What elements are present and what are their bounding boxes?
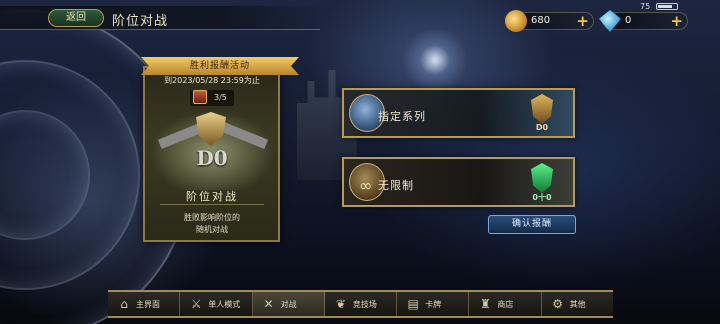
- add-gold-button[interactable]: +: [576, 12, 589, 30]
- nav-item-home[interactable]: ⌂ 主界面: [108, 292, 181, 316]
- option-unlimited[interactable]: ∞ 无限制 0十0: [342, 157, 575, 207]
- add-gem-button[interactable]: +: [670, 12, 683, 30]
- gem-counter: 0 +: [599, 10, 688, 32]
- option-label: 无限制: [378, 179, 414, 192]
- nav-label: 对战: [280, 300, 297, 309]
- description-line-2: 随机对战: [196, 225, 228, 234]
- sky-sparkle: [395, 30, 475, 90]
- nav-item-shop[interactable]: ♜ 商店: [469, 292, 542, 316]
- nav-item-arena[interactable]: ❦ 竞技场: [325, 292, 398, 316]
- nav-label: 竞技场: [352, 300, 377, 309]
- nav-label: 单人模式: [208, 300, 241, 309]
- back-button[interactable]: 返回: [48, 9, 104, 27]
- bottom-nav: ⌂ 主界面 ⚔ 单人模式 ✕ 对战 ❦ 竞技场 ▤ 卡牌 ♜ 商店 ⚙ 其他: [108, 290, 613, 318]
- battery-level: 75: [640, 2, 651, 11]
- event-card-title: 阶位对战: [186, 190, 238, 203]
- event-ribbon: 胜利报酬活动: [141, 57, 299, 75]
- nav-label: 卡牌: [425, 300, 442, 309]
- option-rank: D0: [535, 123, 549, 132]
- page-title: 阶位对战: [112, 14, 169, 29]
- cards-icon: ▤: [407, 297, 419, 311]
- crossed-swords-icon: ✕: [263, 297, 274, 311]
- shop-icon: ♜: [480, 297, 491, 311]
- nav-item-other[interactable]: ⚙ 其他: [542, 292, 613, 316]
- nav-label: 主界面: [136, 300, 160, 309]
- treasure-chest-icon: [193, 90, 207, 104]
- home-icon: ⌂: [120, 297, 128, 311]
- rank-label: D0: [196, 146, 228, 170]
- rank-badge-icon: [531, 94, 553, 124]
- gold-coin-icon: [505, 10, 527, 32]
- nav-item-cards[interactable]: ▤ 卡牌: [397, 292, 470, 316]
- description-line-1: 胜败影响阶位的: [184, 213, 240, 222]
- event-card-description: 胜败影响阶位的 随机对战: [150, 212, 274, 236]
- more-icon: ⚙: [552, 297, 564, 311]
- event-card-divider: [160, 204, 264, 205]
- option-specified-series[interactable]: 指定系列 D0: [342, 88, 575, 138]
- laurel-icon: ❦: [335, 297, 346, 311]
- infinity-icon: ∞: [359, 176, 373, 195]
- event-deadline: 到2023/05/28 23:59为止: [164, 76, 260, 85]
- confirm-rewards-button[interactable]: 确认报酬: [488, 215, 576, 234]
- rank-badge-icon: [531, 163, 553, 193]
- gold-counter: 680 +: [505, 10, 594, 32]
- battery-icon: [656, 3, 678, 10]
- nav-item-battle[interactable]: ✕ 对战: [252, 292, 325, 316]
- nav-item-solo[interactable]: ⚔ 单人模式: [180, 292, 253, 316]
- nav-label: 商店: [497, 300, 514, 309]
- gold-value: 680: [531, 15, 551, 26]
- option-rank: 0十0: [532, 193, 552, 202]
- reward-progress-value: 3/5: [214, 93, 227, 102]
- option-label: 指定系列: [378, 110, 426, 123]
- nav-label: 其他: [569, 300, 586, 309]
- battery-fill: [658, 5, 672, 8]
- sword-icon: ⚔: [190, 297, 202, 311]
- gem-value: 0: [625, 15, 632, 26]
